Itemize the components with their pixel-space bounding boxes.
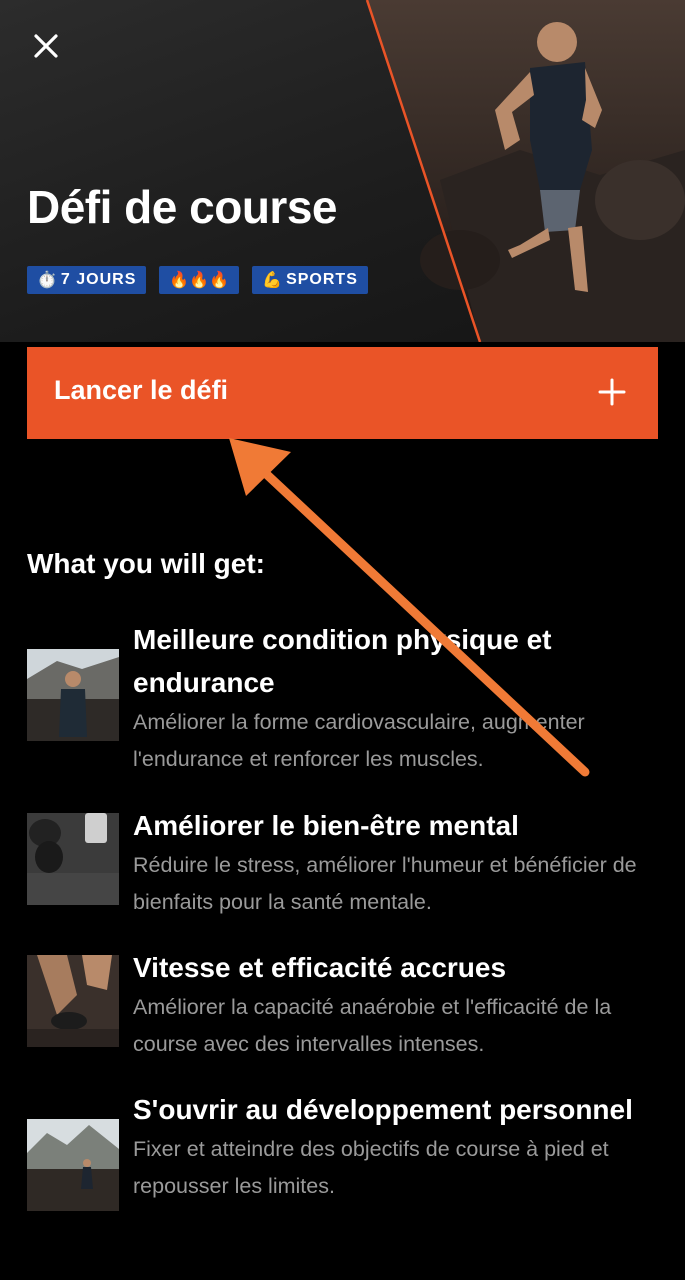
difficulty-tag: 🔥🔥🔥 [159,266,240,294]
benefits-heading: What you will get: [27,548,265,579]
start-challenge-label: Lancer le défi [54,375,229,405]
fire-icons: 🔥🔥🔥 [169,272,230,289]
duration-tag: ⏱️ 7 JOURS [27,266,147,294]
runner-checking-watch-image [27,649,119,741]
category-tag: 💪 SPORTS [252,266,368,294]
benefit-title: Vitesse et efficacité accrues [133,952,507,983]
benefit-title: S'ouvrir au développement personnel [133,1094,633,1125]
close-icon [34,34,58,58]
tying-shoelace-image [27,955,119,1047]
benefit-thumbnail [27,1119,119,1211]
benefit-description: Améliorer la forme cardiovasculaire, aug… [133,710,585,771]
mountain-runner-image [27,1119,119,1211]
plus-icon [598,378,626,406]
benefit-description: Améliorer la capacité anaérobie et l'eff… [133,995,612,1056]
close-button[interactable] [28,28,64,64]
challenge-title: Défi de course [27,181,338,233]
flexed-bicep-icon: 💪 [262,272,283,289]
benefit-thumbnail [27,813,119,905]
benefit-title: Améliorer le bien-être mental [133,810,519,841]
benefit-description: Réduire le stress, améliorer l'humeur et… [133,853,637,914]
benefit-thumbnail [27,649,119,741]
duration-tag-label: 7 JOURS [60,271,137,288]
benefit-description: Fixer et atteindre des objectifs de cour… [133,1137,609,1198]
benefit-thumbnail [27,955,119,1047]
shoes-and-phone-image [27,813,119,905]
hero-banner: Défi de course ⏱️ 7 JOURS 🔥🔥🔥 💪 SPORTS [0,0,685,342]
benefit-title: Meilleure condition physique et enduranc… [133,624,552,698]
category-tag-label: SPORTS [286,271,358,288]
tag-list: ⏱️ 7 JOURS 🔥🔥🔥 💪 SPORTS [27,266,368,294]
start-challenge-button[interactable]: Lancer le défi [27,347,658,439]
stopwatch-icon: ⏱️ [37,272,57,289]
